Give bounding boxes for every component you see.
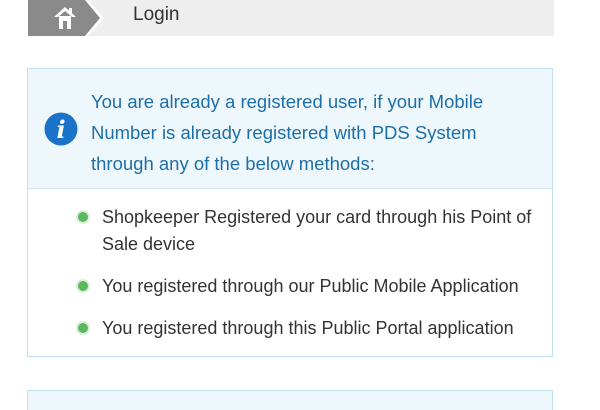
bullet-icon bbox=[78, 212, 88, 222]
info-icon: i bbox=[44, 112, 78, 146]
info-message: You are already a registered user, if yo… bbox=[91, 91, 484, 174]
breadcrumb-home-link[interactable] bbox=[28, 0, 106, 36]
breadcrumb: Login bbox=[28, 0, 554, 36]
info-panel-header: i You are already a registered user, if … bbox=[28, 69, 552, 189]
breadcrumb-current-page: Login bbox=[133, 4, 180, 25]
bullet-icon bbox=[78, 281, 88, 291]
svg-text:i: i bbox=[56, 115, 65, 144]
list-item: You registered through our Public Mobile… bbox=[28, 273, 552, 300]
method-text: Shopkeeper Registered your card through … bbox=[102, 207, 532, 254]
next-panel bbox=[27, 390, 553, 410]
home-icon bbox=[28, 0, 104, 36]
list-item: Shopkeeper Registered your card through … bbox=[28, 204, 552, 258]
bullet-icon bbox=[78, 323, 88, 333]
method-text: You registered through this Public Porta… bbox=[102, 318, 514, 338]
registration-info-panel: i You are already a registered user, if … bbox=[27, 68, 553, 357]
list-item: You registered through this Public Porta… bbox=[28, 315, 552, 342]
registration-methods-list: Shopkeeper Registered your card through … bbox=[28, 204, 552, 342]
method-text: You registered through our Public Mobile… bbox=[102, 276, 519, 296]
